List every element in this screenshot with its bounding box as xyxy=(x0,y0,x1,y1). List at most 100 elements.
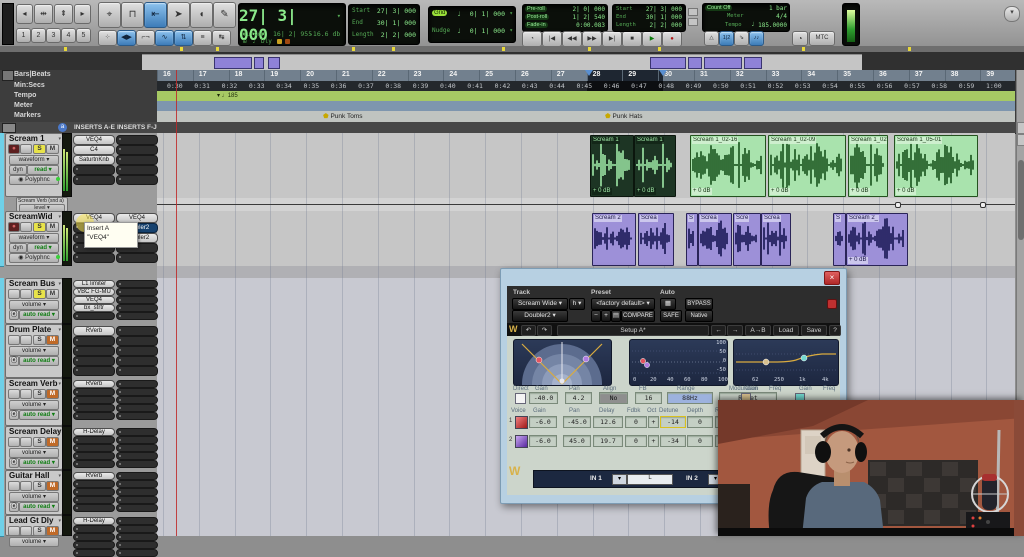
goto-end-button[interactable]: ▶| xyxy=(602,31,622,47)
mute-button[interactable]: M xyxy=(46,289,59,299)
track-name-dropdown-icon[interactable]: ▾ xyxy=(58,214,61,220)
countoff-label[interactable]: Count Off xyxy=(705,5,733,11)
insert-slot-fj-3[interactable] xyxy=(116,165,158,175)
mute-button[interactable]: M xyxy=(46,144,59,154)
counter-dropdown-icon[interactable]: ▾ xyxy=(337,12,341,20)
clip-gain-badge[interactable]: + 0 dB xyxy=(636,188,656,195)
preset-minus-button[interactable]: − xyxy=(591,310,601,322)
plugin-insert-position[interactable]: h ▾ xyxy=(569,298,585,310)
automation-mode-selector[interactable]: read ▾ xyxy=(27,243,59,253)
trimmer-tool-icon[interactable]: ⊓ xyxy=(121,2,144,28)
audio-clip-purple[interactable]: Scream 2 xyxy=(592,213,636,266)
plugin-name-selector[interactable]: Doubler2 ▾ xyxy=(512,310,568,322)
clip-gain-badge[interactable]: + 0 dB xyxy=(592,188,612,195)
voice-2-pan-field[interactable]: 45.0 xyxy=(563,435,591,447)
solo-button[interactable]: S xyxy=(33,335,46,345)
scrollbar-thumb[interactable] xyxy=(1018,160,1024,240)
edit-selection-display[interactable]: Start 27| 3| 000 End 30| 1| 000 Length 2… xyxy=(348,4,420,45)
mute-button[interactable]: M xyxy=(46,481,59,491)
insert-slot-ae-4[interactable] xyxy=(73,549,115,557)
preset-plus-button[interactable]: + xyxy=(601,310,611,322)
voice-2-delay-field[interactable]: 19.7 xyxy=(593,435,623,447)
direct-gain-field[interactable]: -40.0 xyxy=(529,392,558,404)
audio-clip-purple[interactable]: Screa xyxy=(638,213,674,266)
voice-1-depth-field[interactable]: 0 xyxy=(687,416,713,428)
insert-slot-ae-0[interactable]: H-Delay xyxy=(73,517,115,525)
link-edit-icon[interactable]: ⌐¬ xyxy=(136,30,155,46)
sub-track-header[interactable]: Scream Verb (snd a) level ▾ xyxy=(16,197,68,213)
track-header-scream-verb[interactable]: Scream Verb ▾ S Mvolume ▾ ⓔ auto read ▾ xyxy=(5,378,63,426)
memory-marker-tick-6[interactable] xyxy=(588,47,591,51)
insert-slot-fj-4[interactable] xyxy=(116,312,158,320)
track-view-selector[interactable]: volume ▾ xyxy=(9,300,59,310)
safe-button[interactable]: SAFE xyxy=(660,310,682,322)
mute-button[interactable]: M xyxy=(46,437,59,447)
audio-clip[interactable]: Scream 1_02 + 0 dB xyxy=(848,135,888,197)
track-blank-button[interactable] xyxy=(20,437,32,447)
insert-slot-fj-3[interactable] xyxy=(116,452,158,460)
track-header-lead-gt-dly[interactable]: Lead Gt Dly ▾ S Mvolume ▾ xyxy=(5,515,63,547)
track-header-guitar-hall[interactable]: Guitar Hall ▾ S Mvolume ▾ ⓔ auto read ▾ xyxy=(5,470,63,515)
track-name[interactable]: Lead Gt Dly xyxy=(6,516,61,526)
insert-slot-fj-1[interactable] xyxy=(116,436,158,444)
voice-selector[interactable]: ◉ Polyphnc xyxy=(9,253,59,263)
mirror-midi-icon[interactable]: ↹ xyxy=(212,30,231,46)
ab-compare-button[interactable]: A→B xyxy=(745,325,771,336)
selection-end-flag[interactable] xyxy=(659,70,667,76)
grid-nudge-display[interactable]: Grid ♩ 0| 1| 000 ▾ Nudge ♩ 0| 1| 000 ▾ xyxy=(428,6,516,43)
stop-button[interactable]: ■ xyxy=(622,31,642,47)
track-name-dropdown-icon[interactable]: ▾ xyxy=(58,136,61,142)
solo-button[interactable]: S xyxy=(33,389,46,399)
delay-comp-label[interactable]: Dly xyxy=(261,38,272,45)
track-color-strip[interactable] xyxy=(0,470,4,516)
automation-suspend-button[interactable]: ⓔ xyxy=(9,410,19,420)
insert-slot-fj-1[interactable] xyxy=(116,388,158,396)
insert-slot-ae-3[interactable] xyxy=(73,356,115,366)
transport-selection-display[interactable]: Start 27| 3| 000 End 30| 1| 000 Length 2… xyxy=(612,4,686,32)
tempo-change-marker[interactable]: ▾ ♩185 xyxy=(217,92,238,99)
track-name-dropdown-icon[interactable]: ▾ xyxy=(58,281,61,287)
undo-icon[interactable]: ↶ xyxy=(521,325,536,336)
input-monitor-button[interactable] xyxy=(8,389,20,399)
input-monitor-button[interactable] xyxy=(8,289,20,299)
track-list-icon[interactable] xyxy=(2,123,16,133)
insert-slot-fj-4[interactable] xyxy=(116,504,158,512)
insert-slot-ae-2[interactable]: VEQ4 xyxy=(73,296,115,304)
insert-slot-fj-0[interactable] xyxy=(116,517,158,525)
insert-slot-ae-1[interactable] xyxy=(73,388,115,396)
conductor-button[interactable]: ♪♪ xyxy=(749,31,764,46)
insert-slot-ae-2[interactable] xyxy=(73,533,115,541)
clip-gain-badge[interactable]: + 0 dB xyxy=(692,188,712,195)
track-name[interactable]: Scream Delay xyxy=(6,427,61,437)
clip-gain-badge[interactable]: + 0 dB xyxy=(896,188,916,195)
preset-save-icon[interactable]: ▤ xyxy=(611,310,621,322)
insert-slot-fj-3[interactable] xyxy=(116,356,158,366)
nudge-dropdown-icon[interactable]: ▾ xyxy=(509,27,513,34)
voice-selector[interactable]: ◉ Polyphnc xyxy=(9,175,59,185)
insert-slot-fj-1[interactable] xyxy=(116,288,158,296)
audio-clip-purple[interactable]: S xyxy=(833,213,846,266)
audio-clip[interactable]: Scream 1_02-09 + 0 dB xyxy=(768,135,846,197)
solo-button[interactable]: S xyxy=(33,437,46,447)
record-enable-button[interactable]: ● xyxy=(8,222,20,232)
track-name[interactable]: Drum Plate xyxy=(6,325,61,335)
target-led-button[interactable] xyxy=(827,299,837,309)
insert-slot-fj-2[interactable] xyxy=(116,488,158,496)
insert-slot-ae-1[interactable] xyxy=(73,525,115,533)
grid-label[interactable]: Grid xyxy=(432,10,448,16)
selector-tool-icon[interactable]: ⇤ xyxy=(144,2,167,28)
track-name-dropdown-icon[interactable]: ▾ xyxy=(58,327,61,333)
audio-clip[interactable]: Scream 1_02-16 + 0 dB xyxy=(690,135,766,197)
midi-merge-button[interactable]: ⇘ xyxy=(734,31,749,46)
zoom-preset-4[interactable]: 4 xyxy=(61,28,76,43)
auto-enable-button[interactable]: ▦ xyxy=(660,298,676,310)
pencil-tool-icon[interactable]: ✎ xyxy=(213,2,236,28)
track-blank-button[interactable] xyxy=(20,481,32,491)
insert-slot-fj-3[interactable] xyxy=(116,404,158,412)
track-name[interactable]: Scream Bus xyxy=(6,279,61,289)
memory-marker-tick-8[interactable] xyxy=(802,47,805,51)
countoff-display[interactable]: Count Off 1 bar Meter 4/4 Tempo ♩ 185.00… xyxy=(702,3,790,32)
mtc-button[interactable]: MTC xyxy=(809,31,835,46)
audio-clip[interactable]: Scream 1 + 0 dB xyxy=(634,135,676,197)
track-name[interactable]: Scream Verb xyxy=(6,379,61,389)
